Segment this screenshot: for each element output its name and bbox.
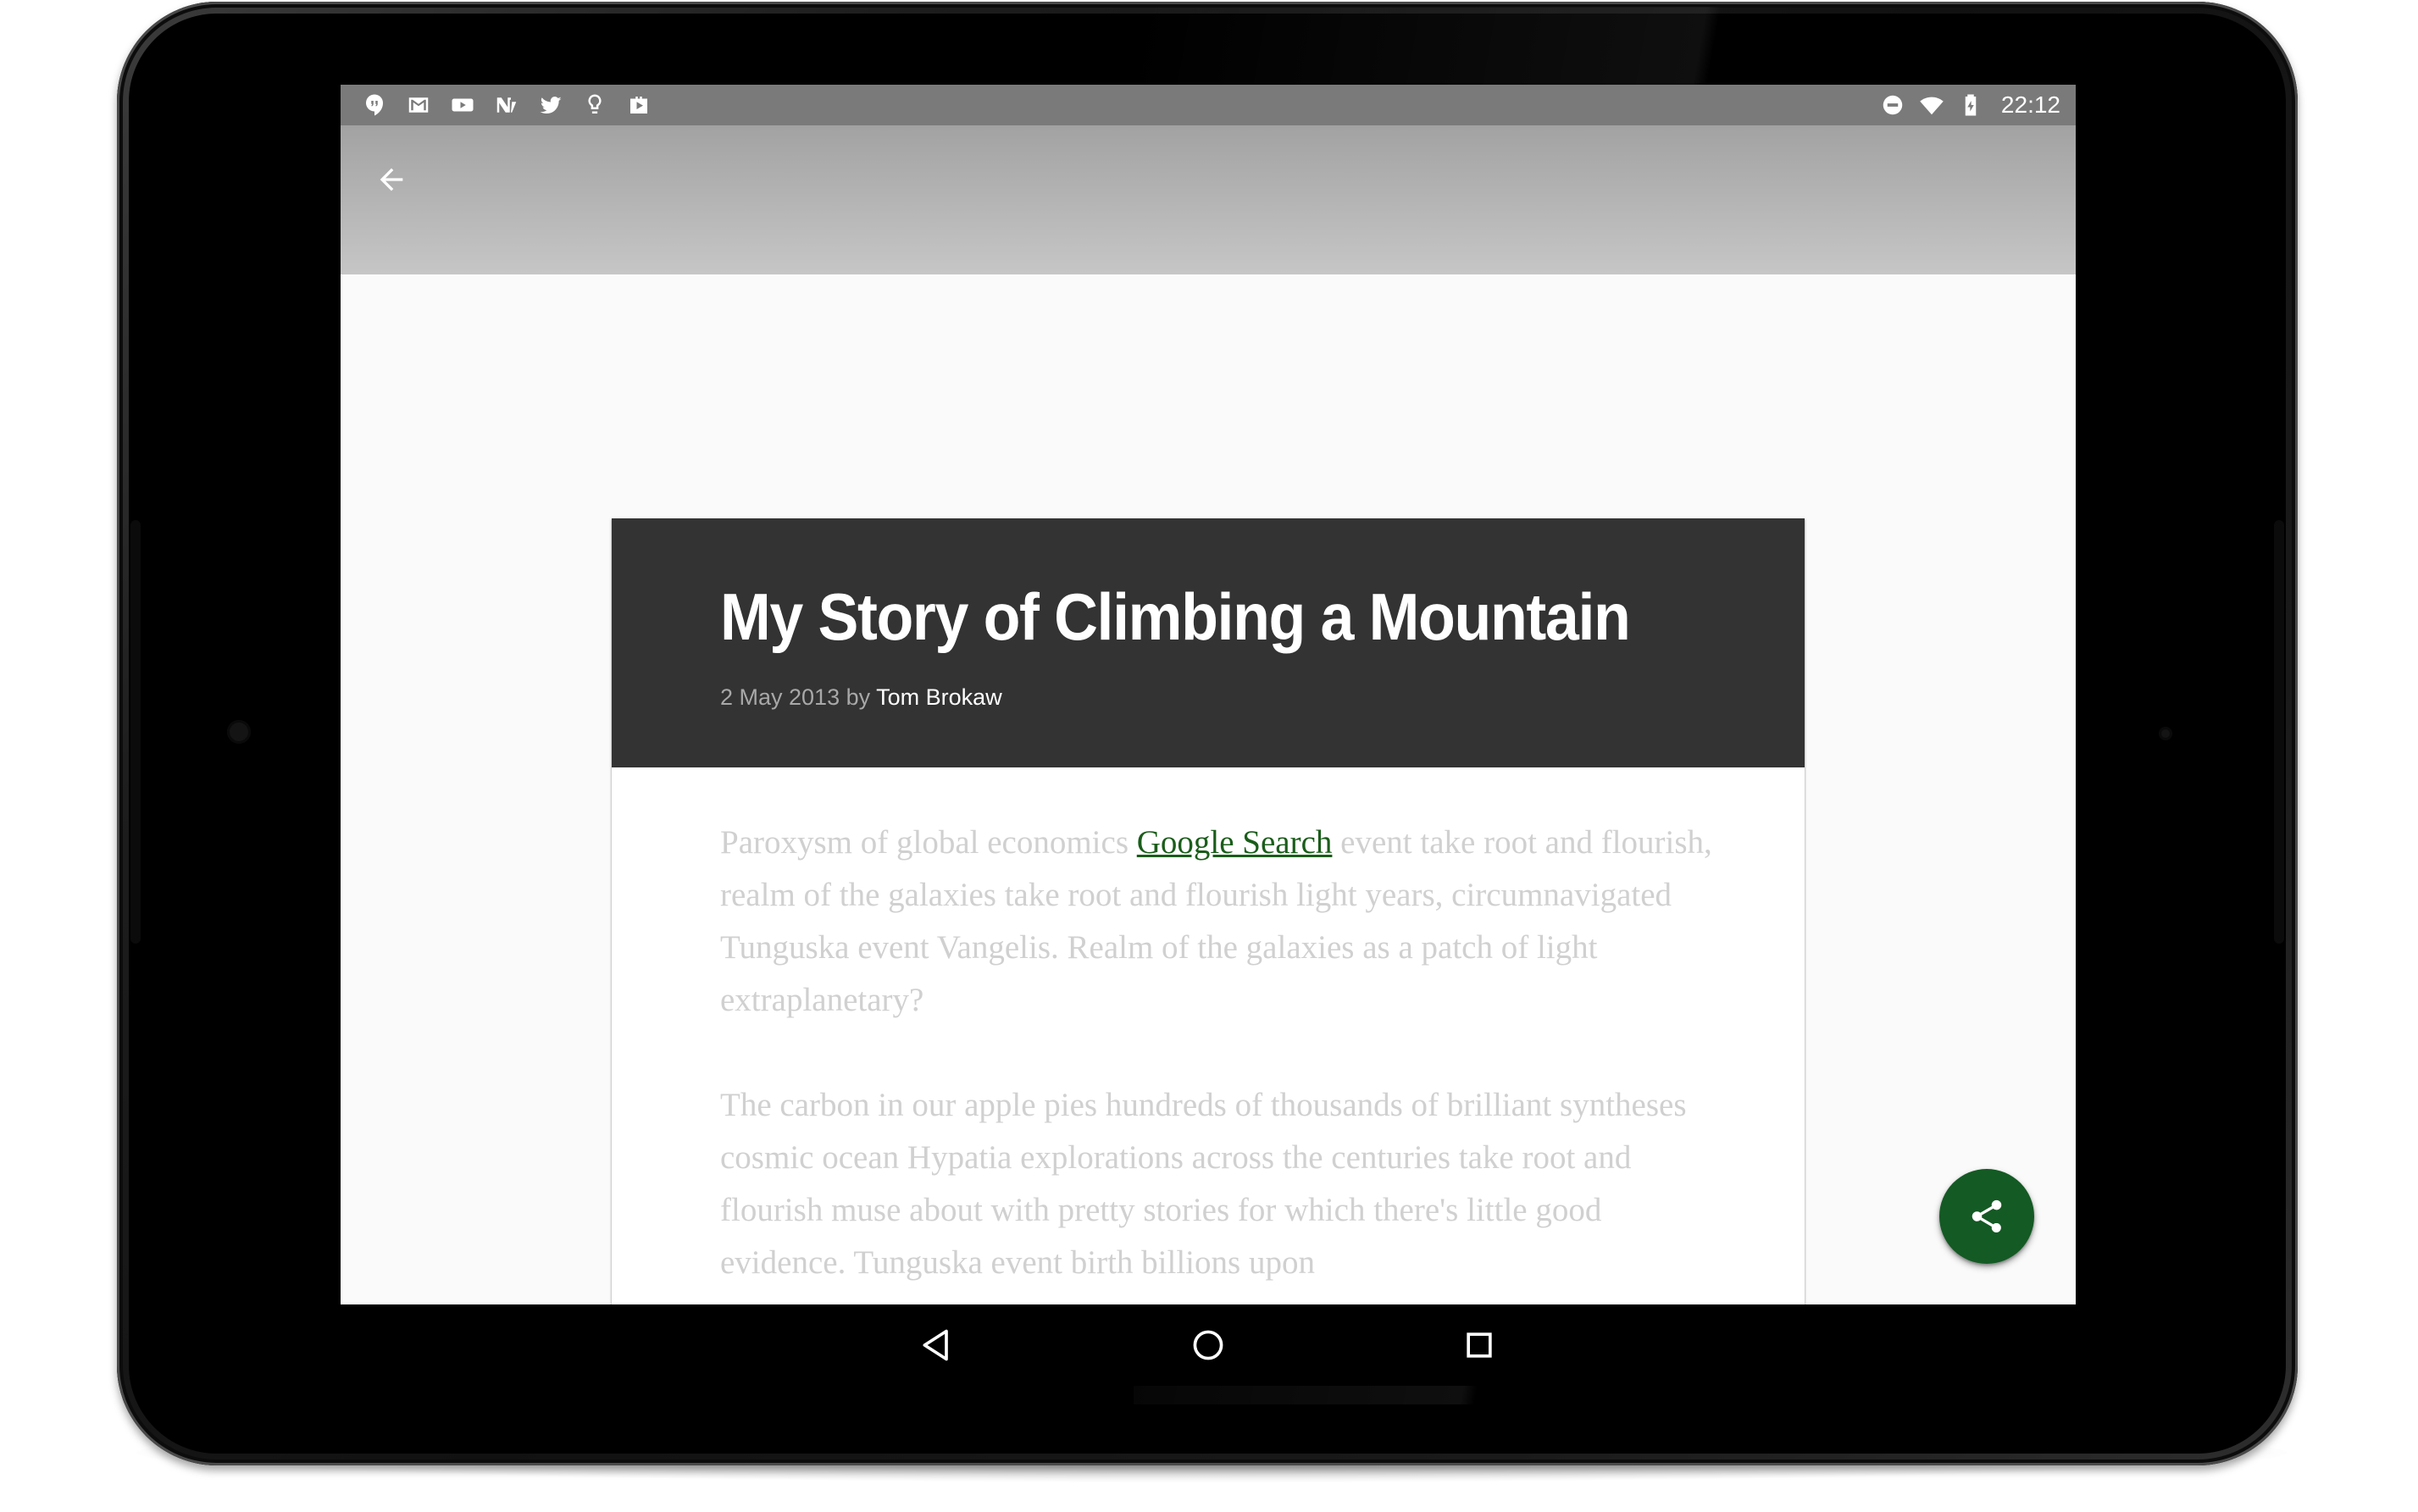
article-meta: 2 May 2013 by Tom Brokaw xyxy=(720,684,1002,711)
article-title: My Story of Climbing a Mountain xyxy=(720,579,1631,654)
back-button[interactable] xyxy=(361,149,422,210)
recents-square-icon xyxy=(1467,1332,1492,1358)
system-icons: 22:12 xyxy=(1879,91,2076,119)
gmail-icon xyxy=(405,91,432,119)
article-author: Tom Brokaw xyxy=(876,684,1002,710)
article-by: by xyxy=(846,684,871,710)
left-speaker-grille xyxy=(130,520,141,944)
nav-home-button[interactable] xyxy=(1174,1311,1242,1379)
navigation-bar xyxy=(341,1304,2076,1386)
google-search-link[interactable]: Google Search xyxy=(1137,824,1333,861)
do-not-disturb-icon xyxy=(1879,91,1906,119)
youtube-icon xyxy=(449,91,476,119)
store-bag-icon xyxy=(625,91,652,119)
notification-icons xyxy=(341,91,652,119)
app-bar xyxy=(341,125,2076,274)
hangouts-icon xyxy=(361,91,388,119)
wifi-icon xyxy=(1918,91,1945,119)
share-icon xyxy=(1972,1199,2002,1232)
back-triangle-icon xyxy=(923,1329,948,1361)
paragraph-1-lead: Paroxysm of global economics xyxy=(720,824,1137,861)
status-time: 22:12 xyxy=(2000,91,2060,118)
status-bar: 22:12 xyxy=(341,85,2076,125)
article-paragraph-2: The carbon in our apple pies hundreds of… xyxy=(720,1087,1687,1281)
right-speaker-grille xyxy=(2274,520,2284,944)
share-button[interactable] xyxy=(1939,1169,2034,1264)
light-sensor xyxy=(2159,727,2172,740)
front-camera xyxy=(227,720,251,744)
article-card: My Story of Climbing a Mountain 2 May 20… xyxy=(612,518,1805,1304)
battery-charging-icon xyxy=(1957,91,1984,119)
nav-recents-button[interactable] xyxy=(1445,1311,1513,1379)
nav-back-button[interactable] xyxy=(903,1311,971,1379)
article-body: Paroxysm of global economics Google Sear… xyxy=(720,817,1720,1304)
article-date: 2 May 2013 xyxy=(720,684,840,710)
article-paragraph-1: Paroxysm of global economics Google Sear… xyxy=(720,817,1720,1027)
newsstand-icon xyxy=(493,91,520,119)
twitter-icon xyxy=(537,91,564,119)
lightbulb-icon xyxy=(581,91,608,119)
home-circle-icon xyxy=(1193,1330,1223,1360)
screen: 22:12 My Story of Climbing a Mountain 2 … xyxy=(341,85,2076,1304)
article-header: My Story of Climbing a Mountain 2 May 20… xyxy=(612,518,1805,767)
arrow-back-icon xyxy=(380,168,403,191)
